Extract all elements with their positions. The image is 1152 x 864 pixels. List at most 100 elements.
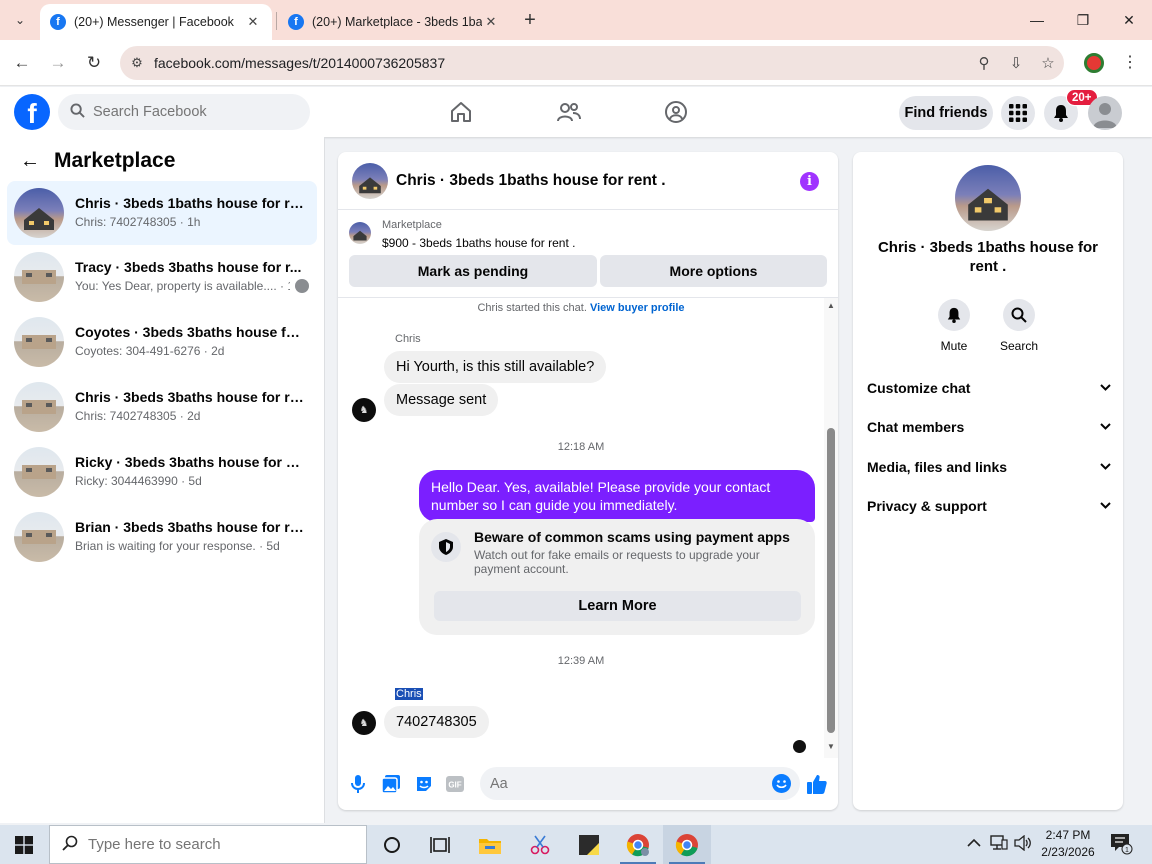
facebook-search[interactable] (58, 94, 310, 130)
mute-action[interactable]: Mute (924, 299, 984, 353)
minimize-button[interactable]: — (1014, 6, 1060, 34)
seen-avatar-icon (295, 279, 309, 293)
file-explorer-icon[interactable] (466, 825, 514, 864)
tab-close-icon[interactable]: ✕ (244, 14, 262, 30)
more-options-button[interactable]: More options (600, 255, 827, 287)
snipping-tool-icon[interactable] (516, 825, 564, 864)
site-settings-icon[interactable]: ⚙ (120, 55, 154, 71)
volume-icon[interactable] (1014, 834, 1032, 854)
marketplace-sidebar: ← Marketplace Chris · 3beds 1baths house… (0, 137, 325, 823)
sender-name: Chris (395, 688, 423, 700)
chat-title[interactable]: Chris · 3beds 1baths house for rent . (396, 172, 666, 190)
message-input[interactable] (480, 767, 800, 800)
chrome-icon[interactable] (663, 825, 711, 864)
bookmark-star-icon[interactable]: ☆ (1032, 54, 1064, 72)
mark-pending-button[interactable]: Mark as pending (349, 255, 597, 287)
conversation-name: Chris · 3beds 3baths house for rent . (75, 389, 305, 405)
notification-center-icon[interactable]: 1 (1110, 833, 1134, 858)
sticky-notes-icon[interactable] (565, 825, 613, 864)
home-icon[interactable] (446, 97, 476, 127)
sidebar-header: ← Marketplace (20, 149, 175, 173)
search-input[interactable] (93, 104, 283, 120)
profile-avatar[interactable] (1088, 96, 1122, 130)
close-window-button[interactable]: ✕ (1106, 6, 1152, 34)
menu-grid-icon[interactable] (1001, 96, 1035, 130)
restore-button[interactable]: ❐ (1060, 6, 1106, 34)
section-customize-chat[interactable]: Customize chat (867, 376, 1111, 400)
tab-close-icon[interactable]: ✕ (482, 14, 500, 30)
message-scrollbar[interactable]: ▲ ▼ (824, 298, 838, 758)
search-icon[interactable] (1003, 299, 1035, 331)
incoming-message[interactable]: Message sent (384, 384, 499, 416)
url-text[interactable]: facebook.com/messages/t/2014000736205837 (154, 55, 968, 71)
listing-thumbnail[interactable] (349, 222, 371, 244)
chrome-profile-icon[interactable] (614, 825, 662, 864)
conversation-item[interactable]: Coyotes · 3beds 3baths house for r... Co… (7, 310, 317, 374)
tab-messenger[interactable]: f (20+) Messenger | Facebook ✕ (40, 4, 272, 40)
emoji-icon[interactable] (772, 774, 791, 793)
tab-search-chevron-icon[interactable]: ⌄ (6, 8, 34, 32)
section-media-files[interactable]: Media, files and links (867, 455, 1111, 479)
bell-icon[interactable] (938, 299, 970, 331)
browser-tab-bar: ⌄ f (20+) Messenger | Facebook ✕ f (20+)… (0, 0, 1152, 40)
details-avatar[interactable] (955, 165, 1021, 231)
network-icon[interactable] (990, 835, 1008, 854)
thumbs-up-icon[interactable] (806, 773, 828, 795)
conversation-item[interactable]: Chris · 3beds 1baths house for rent . Ch… (7, 181, 317, 245)
photo-attach-icon[interactable] (380, 773, 402, 795)
scroll-up-icon[interactable]: ▲ (826, 301, 836, 310)
tab-title: (20+) Messenger | Facebook (74, 15, 234, 29)
sender-avatar[interactable]: ♞ (352, 711, 376, 735)
profile-extension-icon[interactable] (1084, 53, 1104, 73)
conversation-item[interactable]: Chris · 3beds 3baths house for rent . Ch… (7, 375, 317, 439)
conversation-item[interactable]: Ricky · 3beds 3baths house for rent . Ri… (7, 440, 317, 504)
section-privacy-support[interactable]: Privacy & support (867, 494, 1111, 518)
windows-start-icon[interactable] (0, 825, 48, 864)
conversation-item[interactable]: Brian · 3beds 3baths house for rent . Br… (7, 505, 317, 569)
forward-button[interactable]: → (44, 49, 72, 77)
incoming-message[interactable]: 7402748305 (384, 706, 489, 738)
groups-icon[interactable] (661, 97, 691, 127)
chevron-down-icon (1100, 421, 1111, 433)
listing-price-title[interactable]: $900 - 3beds 1baths house for rent . (382, 236, 575, 250)
friends-icon[interactable] (554, 97, 584, 127)
omnibox[interactable]: ⚙ facebook.com/messages/t/20140007362058… (120, 46, 1064, 80)
taskbar-search-input[interactable] (88, 836, 348, 853)
message-text-field[interactable] (490, 775, 750, 792)
listing-thumbnail (14, 317, 64, 367)
facebook-logo-icon[interactable]: f (14, 94, 50, 130)
sender-avatar[interactable]: ♞ (352, 398, 376, 422)
conversation-name: Tracy · 3beds 3baths house for r... (75, 259, 302, 275)
search-action[interactable]: Search (989, 299, 1049, 353)
listing-thumbnail (14, 252, 64, 302)
show-hidden-icons-chevron-icon[interactable] (967, 835, 981, 850)
install-app-icon[interactable]: ⇩ (1000, 54, 1032, 72)
back-button[interactable]: ← (8, 49, 36, 77)
browser-menu-icon[interactable]: ⋮ (1120, 52, 1140, 74)
system-clock[interactable]: 2:47 PM 2/23/2026 (1032, 827, 1104, 861)
conversation-item[interactable]: Tracy · 3beds 3baths house for r... You:… (7, 245, 317, 309)
chat-avatar[interactable] (352, 163, 388, 199)
section-chat-members[interactable]: Chat members (867, 415, 1111, 439)
task-view-icon[interactable] (416, 825, 464, 864)
taskbar-search[interactable] (49, 825, 367, 864)
sidebar-title: Marketplace (54, 149, 176, 172)
find-friends-button[interactable]: Find friends (899, 96, 993, 130)
learn-more-button[interactable]: Learn More (434, 591, 801, 621)
gif-icon[interactable]: GIF (444, 773, 466, 795)
incoming-message[interactable]: Hi Yourth, is this still available? (384, 351, 607, 383)
new-tab-button[interactable]: + (518, 8, 542, 32)
tab-marketplace[interactable]: f (20+) Marketplace - 3beds 1bat ✕ (278, 4, 510, 40)
scrollbar-thumb[interactable] (827, 428, 835, 733)
back-arrow-icon[interactable]: ← (20, 150, 40, 173)
microphone-icon[interactable] (347, 773, 369, 795)
reload-button[interactable]: ↻ (80, 49, 108, 77)
view-buyer-profile-link[interactable]: View buyer profile (590, 302, 685, 314)
outgoing-message[interactable]: Hello Dear. Yes, available! Please provi… (419, 470, 815, 522)
scroll-down-icon[interactable]: ▼ (826, 742, 836, 751)
info-icon[interactable]: i (800, 172, 819, 191)
section-label: Customize chat (867, 380, 971, 396)
sticker-icon[interactable] (413, 773, 435, 795)
cortana-icon[interactable] (368, 825, 416, 864)
zoom-icon[interactable]: ⚲ (968, 54, 1000, 72)
